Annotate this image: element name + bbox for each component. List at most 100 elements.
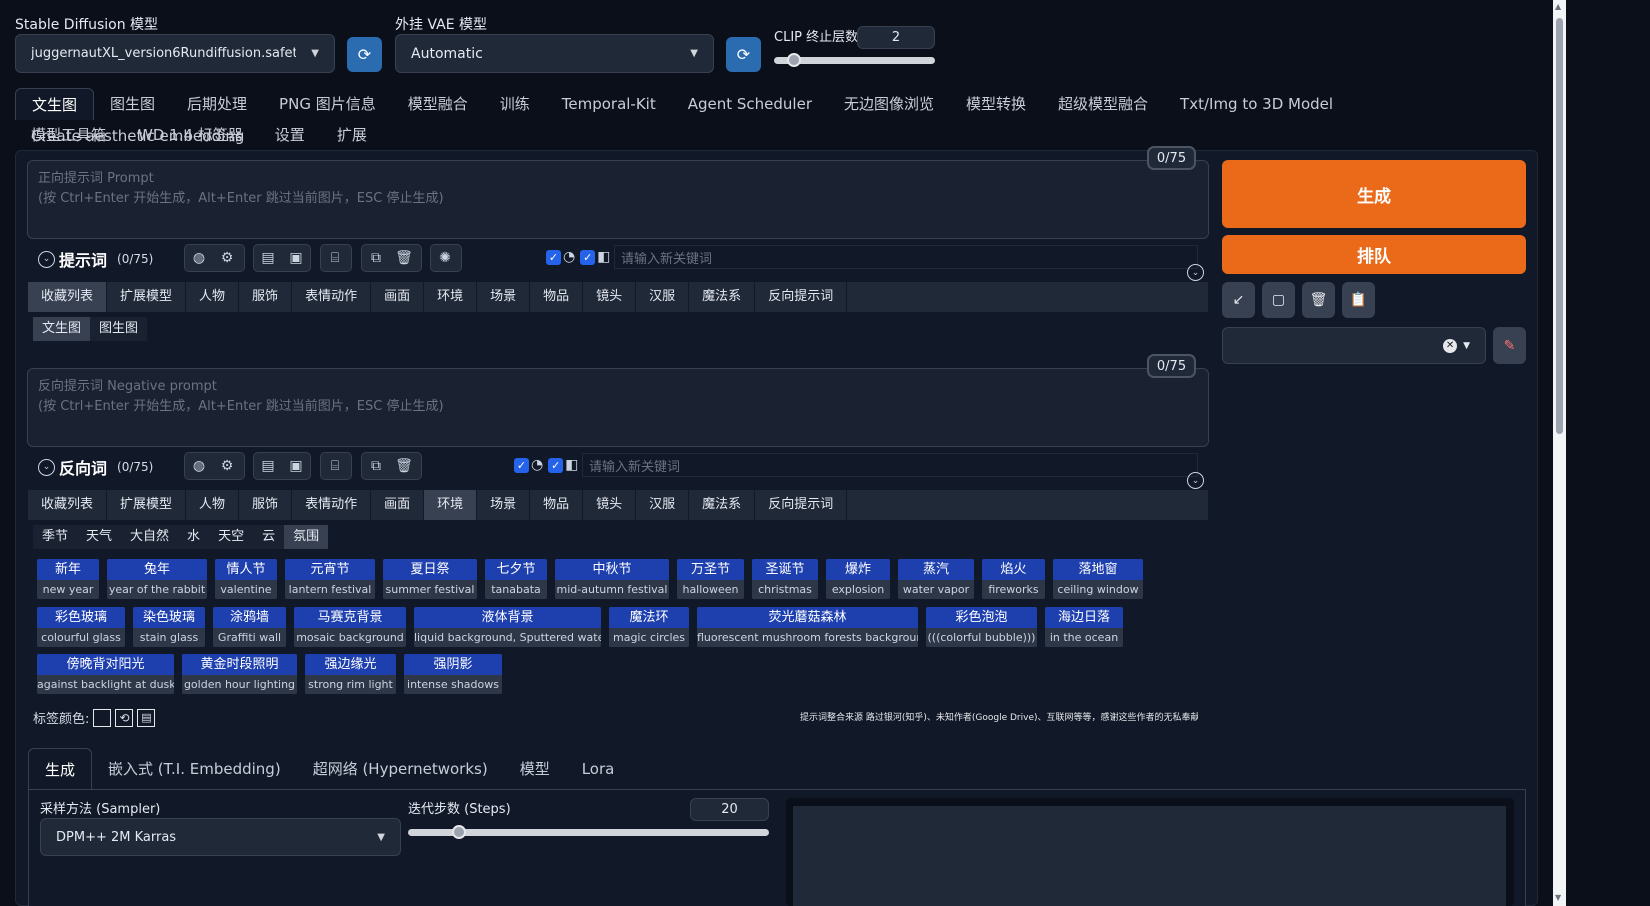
tab-lora[interactable]: Lora [566,748,631,790]
tag-chip[interactable]: 万圣节 halloween [677,559,744,599]
negative-keyword-input[interactable]: 请输入新关键词 [582,453,1198,477]
cat-magic[interactable]: 魔法系 [689,490,756,520]
clipboard-button[interactable]: 📋 [1342,282,1375,318]
expand-icon[interactable]: ⌄ [1187,264,1204,281]
cat-negative[interactable]: 反向提示词 [755,490,848,520]
gear-icon[interactable]: ⚙ [213,453,241,479]
tag-chip[interactable]: 元宵节 lantern festival [285,559,375,599]
bookmark-icon[interactable]: ▣ [282,453,310,479]
styles-dropdown[interactable]: ✕ ▼ [1222,327,1486,364]
negative-prompt-textarea[interactable]: 反向提示词 Negative prompt (按 Ctrl+Enter 开始生成… [27,368,1209,447]
read-params-button[interactable]: ↙ [1222,282,1255,318]
cat-magic[interactable]: 魔法系 [689,282,756,312]
cat-expression[interactable]: 表情动作 [292,490,372,520]
tag-chip[interactable]: 七夕节 tanabata [485,559,547,599]
tag-chip[interactable]: 荧光蘑菇森林 fluorescent mushroom forests backg… [697,607,918,647]
subtab-weather[interactable]: 天气 [77,525,121,549]
clear-button[interactable]: ▢ [1262,282,1295,318]
tab-extras[interactable]: 后期处理 [171,88,263,120]
subtab-img2img[interactable]: 图生图 [90,317,147,341]
trash-button[interactable]: 🗑 [1302,282,1335,318]
tag-chip[interactable]: 黄金时段照明 golden hour lighting [182,654,297,694]
checkbox-checked[interactable]: ✓ [580,249,596,265]
tag-chip[interactable]: 强边缘光 strong rim light [305,654,396,694]
cat-extensions[interactable]: 扩展模型 [107,490,187,520]
cat-items[interactable]: 物品 [530,490,584,520]
cat-environment[interactable]: 环境 [424,282,478,312]
tab-agent-scheduler[interactable]: Agent Scheduler [672,88,828,120]
close-icon[interactable]: ✕ [1443,338,1458,353]
cat-clothing[interactable]: 服饰 [239,490,293,520]
prompt-textarea[interactable]: 正向提示词 Prompt (按 Ctrl+Enter 开始生成，Alt+Ente… [27,160,1209,239]
prompt-keyword-input[interactable]: 请输入新关键词 [614,245,1198,269]
checkbox-checked[interactable]: ✓ [514,457,529,473]
scroll-up-icon[interactable]: ▲ [1555,2,1561,11]
cat-expression[interactable]: 表情动作 [292,282,372,312]
subtab-atmosphere[interactable]: 氛围 [284,525,329,549]
cat-scene-view[interactable]: 画面 [371,490,425,520]
tag-chip[interactable]: 涂鸦墙 Graffiti wall [213,607,286,647]
tag-chip[interactable]: 强阴影 intense shadows [404,654,502,694]
vae-dropdown[interactable]: Automatic ▼ [395,34,714,73]
refresh-icon[interactable]: ⟲ [115,708,134,727]
sampler-dropdown[interactable]: DPM++ 2M Karras ▼ [40,818,401,856]
tag-chip[interactable]: 夏日祭 summer festival [383,559,477,599]
refresh-models-button[interactable]: ⟳ [347,37,382,72]
history-icon[interactable]: ▤ [254,245,282,271]
cat-hanfu[interactable]: 汉服 [636,282,690,312]
clip-number-input[interactable]: 2 [857,26,935,49]
tab-super-merge[interactable]: 超级模型融合 [1042,88,1164,120]
refresh-vae-button[interactable]: ⟳ [726,37,761,72]
tab-image-browser[interactable]: 无边图像浏览 [828,88,950,120]
tag-chip[interactable]: 马赛克背景 mosaic background [294,607,406,647]
tab-temporal-kit[interactable]: Temporal-Kit [546,88,672,120]
cat-negative[interactable]: 反向提示词 [755,282,848,312]
color-swatch[interactable] [93,708,112,727]
tag-chip[interactable]: 情人节 valentine [215,559,277,599]
openai-icon[interactable]: ✺ [431,245,459,271]
trash-icon[interactable]: 🗑 [390,245,418,271]
tab-hypernetworks[interactable]: 超网络 (Hypernetworks) [297,748,504,790]
tab-png-info[interactable]: PNG 图片信息 [263,88,392,120]
subtab-season[interactable]: 季节 [33,525,77,549]
trash-icon[interactable]: 🗑 [390,453,418,479]
negative-title[interactable]: ⌄ 反向词 (0/75) [38,455,153,479]
cat-favorites[interactable]: 收藏列表 [28,282,108,312]
cat-character[interactable]: 人物 [186,490,240,520]
tag-chip[interactable]: 傍晚背对阳光 against backlight at dusk [37,654,174,694]
translate-icon[interactable]: ⌸ [321,453,349,479]
sd-model-dropdown[interactable]: juggernautXL_version6Rundiffusion.safete… [15,34,335,73]
scrollbar-thumb[interactable] [1556,18,1563,434]
copy-icon[interactable]: ⧉ [362,245,390,271]
tab-checkpoints[interactable]: 模型 [504,748,566,790]
apply-style-button[interactable]: ✎ [1493,327,1526,364]
queue-button[interactable]: 排队 [1222,235,1526,274]
tab-model-toolkit[interactable]: 模型工具箱 [15,119,122,151]
tag-chip[interactable]: 焰火 fireworks [982,559,1045,599]
tag-chip[interactable]: 中秋节 mid-autumn festival [555,559,669,599]
gear-icon[interactable]: ⚙ [213,245,241,271]
cat-scene[interactable]: 场景 [477,282,531,312]
cat-scene-view[interactable]: 画面 [371,282,425,312]
cat-items[interactable]: 物品 [530,282,584,312]
tag-chip[interactable]: 魔法环 magic circles [609,607,689,647]
translate-icon[interactable]: ⌸ [321,245,349,271]
tab-txt2img[interactable]: 文生图 [15,88,95,120]
expand-icon[interactable]: ⌄ [1187,472,1204,489]
prompt-title[interactable]: ⌄ 提示词 (0/75) [38,247,153,271]
tab-generation[interactable]: 生成 [28,748,93,790]
tab-wd-tagger[interactable]: WD 1.4 标签器 [122,119,259,151]
scroll-down-icon[interactable]: ▼ [1555,893,1561,902]
cat-environment[interactable]: 环境 [424,490,478,520]
cat-favorites[interactable]: 收藏列表 [28,490,108,520]
tab-settings[interactable]: 设置 [259,119,321,151]
checkbox-checked[interactable]: ✓ [546,249,561,265]
tab-extensions[interactable]: 扩展 [321,119,383,151]
tab-model-convert[interactable]: 模型转换 [950,88,1042,120]
tab-3d-model[interactable]: Txt/Img to 3D Model [1164,88,1349,120]
tag-chip[interactable]: 兔年 year of the rabbit [107,559,207,599]
tab-img2img[interactable]: 图生图 [94,88,171,120]
tab-embedding[interactable]: 嵌入式 (T.I. Embedding) [92,748,297,790]
cat-clothing[interactable]: 服饰 [239,282,293,312]
tab-train[interactable]: 训练 [484,88,546,120]
